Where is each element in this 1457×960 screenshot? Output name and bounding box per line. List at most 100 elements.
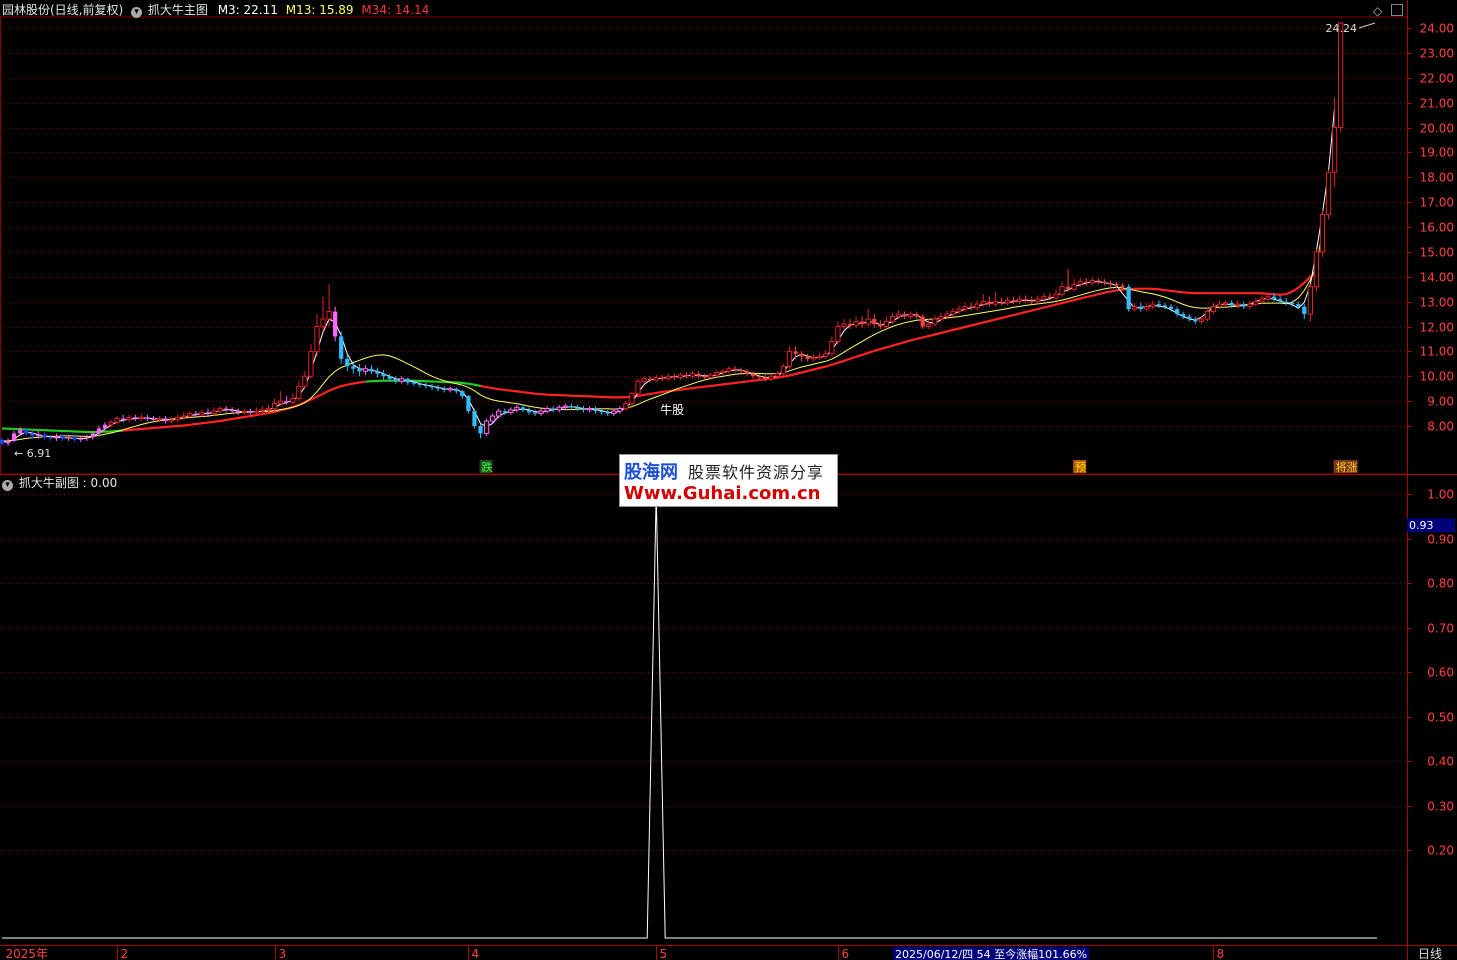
- candle-body: [496, 410, 502, 417]
- candle-body: [1216, 303, 1223, 308]
- candle-body: [835, 326, 841, 342]
- candle-body: [750, 373, 756, 377]
- candle-body: [768, 375, 774, 380]
- candle-body: [623, 403, 629, 410]
- candle-body: [290, 398, 296, 403]
- candle-body: [248, 411, 253, 413]
- candle-body: [817, 355, 823, 359]
- candle-body: [605, 412, 610, 414]
- candle-body: [569, 406, 574, 408]
- candle-body: [145, 417, 150, 419]
- candle-body: [278, 400, 284, 405]
- candle-body: [599, 411, 604, 413]
- candle-body: [1017, 298, 1023, 303]
- main-y-tick-label: 17.00: [1420, 196, 1454, 210]
- bottom-info: 2025/06/12/四 54 至今涨幅101.66%: [895, 947, 1087, 960]
- candle-body: [1259, 298, 1265, 303]
- candle-body: [1187, 316, 1192, 320]
- candle-body: [393, 378, 398, 382]
- candle-body: [1313, 251, 1320, 288]
- candle-body: [423, 384, 429, 387]
- sub-indicator-name[interactable]: 抓大牛副图 : 0.00: [19, 476, 117, 490]
- main-y-tick-label: 14.00: [1420, 271, 1454, 285]
- candle-body: [526, 409, 532, 413]
- m13-value: M13: 15.89: [285, 3, 354, 17]
- x-tick-label: 2: [121, 947, 129, 960]
- sub-y-tick-label: 0.90: [1427, 533, 1454, 547]
- main-indicator-icon[interactable]: ▾: [131, 7, 143, 18]
- candle-body: [223, 408, 229, 410]
- candle-body: [151, 418, 156, 420]
- candle-body: [1120, 285, 1125, 287]
- sub-y-tick-label: 0.60: [1427, 666, 1454, 680]
- candle-body: [314, 326, 320, 352]
- main-y-tick-label: 12.00: [1420, 321, 1454, 335]
- candle-body: [611, 410, 617, 415]
- candle-body: [702, 376, 707, 378]
- candle-body: [1004, 299, 1011, 304]
- candle-body: [1126, 286, 1131, 310]
- candle-body: [351, 366, 356, 369]
- candle-body: [520, 407, 526, 410]
- candle-body: [18, 429, 23, 434]
- candle-body: [490, 415, 496, 422]
- candle-body: [5, 440, 11, 444]
- candle-body: [308, 350, 314, 377]
- candle-body: [648, 378, 653, 380]
- candle-body: [581, 408, 586, 410]
- candle-body: [187, 413, 193, 417]
- candle-body: [551, 408, 556, 410]
- main-y-tick-label: 23.00: [1420, 47, 1454, 61]
- candle-body: [1029, 300, 1034, 302]
- candle-body: [907, 313, 914, 318]
- candle-body: [544, 408, 550, 412]
- x-tick-label: 4: [472, 947, 480, 960]
- sub-indicator-icon[interactable]: ▾: [2, 480, 13, 491]
- diamond-icon[interactable]: ◇: [1373, 4, 1382, 18]
- candle-body: [629, 393, 635, 405]
- sub-current-value: 0.93: [1409, 519, 1434, 532]
- candle-body: [889, 316, 896, 323]
- candle-body: [36, 434, 41, 436]
- candle-body: [1168, 306, 1174, 310]
- niu-gu-label: 牛股: [660, 402, 684, 417]
- main-y-tick-label: 24.00: [1420, 22, 1454, 36]
- candle-body: [381, 373, 386, 377]
- candle-body: [72, 437, 77, 440]
- candle-body: [1235, 303, 1241, 306]
- stock-name: 园林股份(日线,前复权): [2, 3, 124, 17]
- main-y-tick-label: 8.00: [1427, 420, 1454, 434]
- main-y-tick-label: 16.00: [1420, 221, 1454, 235]
- candle-body: [938, 316, 944, 320]
- candle-body: [1132, 306, 1138, 310]
- candle-body: [66, 437, 71, 439]
- candle-body: [1156, 304, 1162, 306]
- candle-body: [326, 311, 332, 320]
- candle-body: [932, 318, 938, 325]
- scroll-button[interactable]: [1391, 4, 1403, 16]
- candle-body: [133, 417, 138, 419]
- candle-body: [653, 376, 659, 381]
- candle-body: [902, 314, 907, 317]
- candle-body: [1277, 299, 1283, 302]
- candle-body: [1247, 303, 1253, 308]
- candle-body: [1077, 281, 1083, 285]
- candle-body: [502, 411, 507, 413]
- main-panel-frame: [0, 16, 1408, 475]
- watermark-subtitle: 股票软件资源分享: [688, 463, 825, 482]
- candle-body: [562, 405, 568, 408]
- candle-body: [726, 368, 732, 372]
- candle-body: [635, 380, 641, 395]
- main-y-tick-label: 19.00: [1420, 146, 1454, 160]
- candle-body: [1071, 283, 1077, 290]
- candle-body: [156, 418, 163, 421]
- candle-body: [1290, 302, 1295, 305]
- signal-jiazhang: 将涨: [1336, 461, 1358, 474]
- main-indicator-name[interactable]: 抓大牛主图: [148, 3, 208, 17]
- candle-body: [665, 375, 671, 380]
- candle-body: [121, 418, 126, 420]
- candle-body: [1338, 22, 1344, 128]
- main-y-tick-label: 10.00: [1420, 370, 1454, 384]
- candle-body: [926, 323, 932, 328]
- candle-body: [1053, 293, 1059, 299]
